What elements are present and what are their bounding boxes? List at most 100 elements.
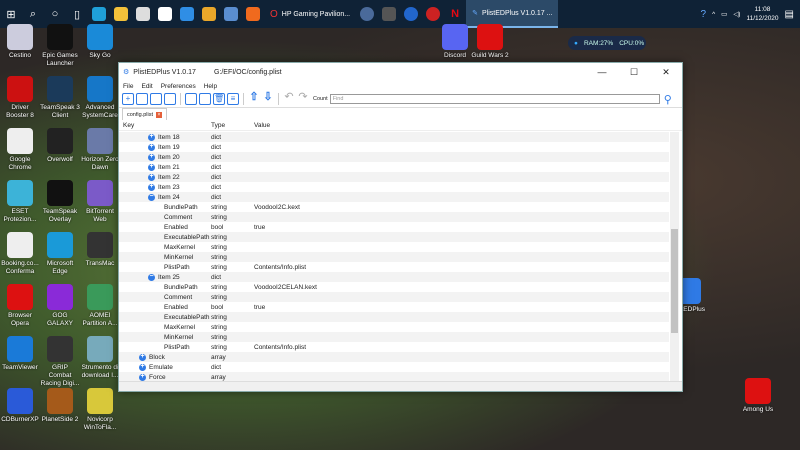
menu-file[interactable]: File [123, 83, 133, 90]
desktop-icon[interactable]: Driver Booster 8 [0, 76, 40, 120]
app-icon[interactable] [378, 0, 400, 28]
menu-help[interactable]: Help [204, 83, 217, 90]
desktop-icon[interactable]: Advanced SystemCare [80, 76, 120, 120]
chrome-icon[interactable] [198, 0, 220, 28]
tree-row[interactable]: − Item 24 dict [119, 192, 669, 202]
open-folder-icon[interactable] [136, 93, 148, 105]
vertical-scrollbar[interactable] [670, 132, 679, 382]
tree-row[interactable]: + Item 22 dict [119, 172, 669, 182]
add-child-icon[interactable] [199, 93, 211, 105]
desktop-icon[interactable]: TeamSpeak Overlay [40, 180, 80, 224]
tree-row[interactable]: PlistPath string Contents/Info.plist [119, 342, 669, 352]
tree-row[interactable]: MaxKernel string [119, 242, 669, 252]
desktop-icon[interactable]: Among Us [738, 378, 778, 414]
minimize-button[interactable]: — [586, 67, 618, 78]
desktop-icon[interactable]: BitTorrent Web [80, 180, 120, 224]
undo-icon[interactable]: ↶ [283, 92, 295, 105]
expand-icon[interactable]: + [139, 373, 146, 381]
expand-icon[interactable]: + [148, 163, 155, 171]
volume-icon[interactable]: ◁) [733, 10, 740, 18]
steam-icon[interactable] [220, 0, 242, 28]
amazon-icon[interactable] [154, 0, 176, 28]
save-as-icon[interactable] [164, 93, 176, 105]
notification-icon[interactable]: ▤ [785, 9, 794, 20]
tree-row[interactable]: + Item 21 dict [119, 162, 669, 172]
expand-icon[interactable]: + [148, 133, 155, 141]
desktop-icon[interactable]: GOG GALAXY [40, 284, 80, 328]
new-file-icon[interactable]: + [122, 93, 134, 105]
search-icon[interactable]: ⚲ [664, 93, 672, 106]
tree-row[interactable]: + Item 23 dict [119, 182, 669, 192]
column-key[interactable]: Key [119, 122, 211, 129]
close-tab-icon[interactable]: × [156, 111, 162, 118]
collapse-icon[interactable]: − [148, 193, 155, 201]
move-down-icon[interactable]: ⇩ [262, 92, 274, 105]
close-button[interactable]: ✕ [650, 67, 682, 78]
tree-row[interactable]: Enabled bool true [119, 222, 669, 232]
app-icon[interactable] [400, 0, 422, 28]
store-icon[interactable] [132, 0, 154, 28]
help-icon[interactable]: ? [701, 9, 707, 20]
desktop-icon[interactable]: Google Chrome [0, 128, 40, 172]
desktop-icon[interactable]: Booking.co... Conferma [0, 232, 40, 276]
mail-icon[interactable] [176, 0, 198, 28]
desktop-icon[interactable]: TransMac [80, 232, 120, 268]
tree-row[interactable]: ExecutablePath string [119, 312, 669, 322]
desktop-icon[interactable]: Discord [435, 24, 475, 60]
menu-edit[interactable]: Edit [141, 83, 152, 90]
tree-row[interactable]: MaxKernel string [119, 322, 669, 332]
desktop-icon[interactable]: PlanetSide 2 [40, 388, 80, 424]
move-up-icon[interactable]: ⇧ [248, 92, 260, 105]
expand-icon[interactable]: + [148, 143, 155, 151]
save-icon[interactable] [150, 93, 162, 105]
taskbar-opera-window[interactable]: O HP Gaming Pavilion... [264, 0, 356, 28]
desktop-icon[interactable]: ESET Protezion... [0, 180, 40, 224]
find-input[interactable]: Find [329, 94, 660, 104]
expand-icon[interactable]: + [148, 153, 155, 161]
tree-row[interactable]: PlistPath string Contents/Info.plist [119, 262, 669, 272]
tree-row[interactable]: BundlePath string VoodooI2C.kext [119, 202, 669, 212]
tree-row[interactable]: + Item 19 dict [119, 142, 669, 152]
desktop-icon[interactable]: Horizon Zero Dawn [80, 128, 120, 172]
menu-preferences[interactable]: Preferences [161, 83, 196, 90]
desktop-icon[interactable]: Novicorp WinToFla... [80, 388, 120, 432]
tree-row[interactable]: MinKernel string [119, 252, 669, 262]
tab-config-plist[interactable]: config.plist × [122, 108, 167, 120]
add-item-icon[interactable] [185, 93, 197, 105]
redo-icon[interactable]: ↷ [297, 92, 309, 105]
tree-row[interactable]: − Item 25 dict [119, 272, 669, 282]
sort-icon[interactable]: ≡ [227, 93, 239, 105]
delete-icon[interactable]: 🗑 [213, 93, 225, 105]
desktop-icon[interactable]: Epic Games Launcher [40, 24, 80, 68]
scrollbar-thumb[interactable] [671, 229, 678, 333]
tree-row[interactable]: ExecutablePath string [119, 232, 669, 242]
tree-row[interactable]: + Emulate dict [119, 362, 669, 372]
tree-row[interactable]: Enabled bool true [119, 302, 669, 312]
expand-icon[interactable]: + [139, 353, 146, 361]
expand-icon[interactable]: + [148, 173, 155, 181]
desktop-icon[interactable]: Strumento di download I... [80, 336, 120, 380]
app-icon[interactable] [356, 0, 378, 28]
chevron-up-icon[interactable]: ^ [712, 11, 715, 18]
desktop-icon[interactable]: CDBurnerXP [0, 388, 40, 424]
tree-row[interactable]: Comment string [119, 292, 669, 302]
expand-icon[interactable]: + [139, 363, 146, 371]
tree-row[interactable]: MinKernel string [119, 332, 669, 342]
expand-icon[interactable]: + [148, 183, 155, 191]
tree-row[interactable]: + Item 18 dict [119, 132, 669, 142]
collapse-icon[interactable]: − [148, 273, 155, 281]
desktop-icon[interactable]: Guild Wars 2 [470, 24, 510, 60]
desktop-icon[interactable]: Cestino [0, 24, 40, 60]
tree-row[interactable]: Comment string [119, 212, 669, 222]
desktop-icon[interactable]: Overwolf [40, 128, 80, 164]
desktop-icon[interactable]: Browser Opera [0, 284, 40, 328]
clock[interactable]: 11:08 11/12/2020 [746, 5, 778, 23]
desktop-icon[interactable]: AOMEI Partition A... [80, 284, 120, 328]
tree-row[interactable]: + Item 20 dict [119, 152, 669, 162]
origin-icon[interactable] [242, 0, 264, 28]
desktop-icon[interactable]: GRIP Combat Racing Digi... [40, 336, 80, 388]
column-value[interactable]: Value [254, 122, 270, 129]
network-icon[interactable]: ▭ [721, 10, 727, 18]
maximize-button[interactable]: ☐ [618, 67, 650, 78]
column-type[interactable]: Type [211, 122, 254, 129]
